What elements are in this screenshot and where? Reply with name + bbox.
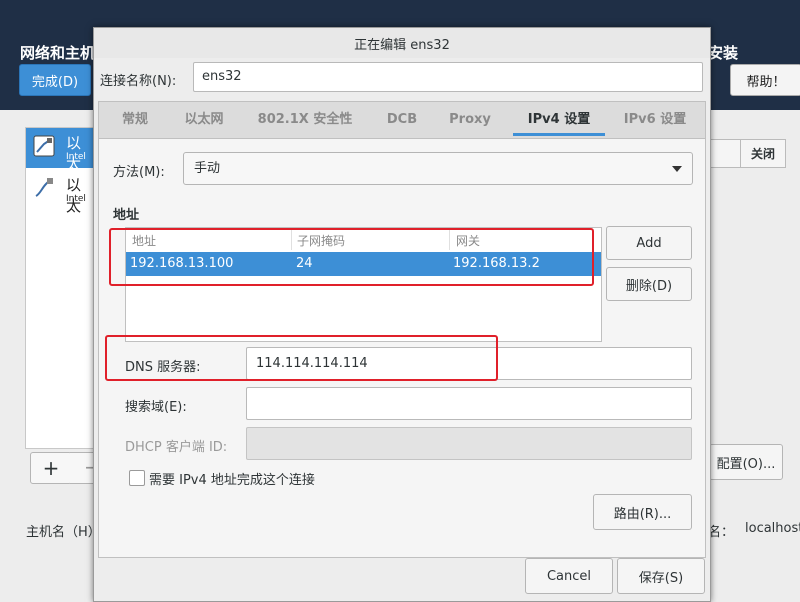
annotation-box-dns bbox=[105, 335, 498, 381]
switch-knob bbox=[710, 139, 741, 168]
tab-8021x-security[interactable]: 802.1X 安全性 bbox=[249, 102, 361, 138]
tab-ipv4-settings[interactable]: IPv4 设置 bbox=[513, 102, 605, 138]
add-address-button[interactable]: Add bbox=[606, 226, 692, 260]
network-cable-icon bbox=[32, 176, 56, 200]
remove-device-button[interactable]: − bbox=[70, 452, 95, 484]
save-button[interactable]: 保存(S) bbox=[617, 558, 705, 594]
connection-name-label: 连接名称(N): bbox=[100, 74, 177, 89]
tab-ipv6-settings[interactable]: IPv6 设置 bbox=[615, 102, 695, 138]
help-button[interactable]: 帮助！ bbox=[730, 64, 800, 96]
done-button[interactable]: 完成(D) bbox=[19, 64, 91, 96]
method-dropdown[interactable]: 手动 bbox=[183, 152, 693, 185]
current-hostname-label: 名： bbox=[708, 525, 735, 540]
method-label: 方法(M): bbox=[113, 165, 165, 180]
delete-address-button[interactable]: 删除(D) bbox=[606, 267, 692, 301]
dhcp-client-id-input bbox=[246, 427, 692, 460]
tab-general[interactable]: 常规 bbox=[109, 102, 161, 138]
method-value: 手动 bbox=[194, 161, 221, 176]
tab-dcb[interactable]: DCB bbox=[377, 102, 427, 138]
configure-button[interactable]: 配置(O)... bbox=[709, 444, 783, 480]
require-ipv4-checkbox[interactable] bbox=[129, 470, 145, 486]
search-domains-label: 搜索域(E): bbox=[125, 400, 187, 415]
add-device-button[interactable]: + bbox=[30, 452, 72, 484]
installer-title-right: 安装 bbox=[708, 44, 739, 62]
switch-label: 关闭 bbox=[740, 139, 786, 168]
dialog-title: 正在编辑 ens32 bbox=[94, 28, 710, 58]
tab-proxy[interactable]: Proxy bbox=[443, 102, 497, 138]
installer-title: 网络和主机 bbox=[20, 44, 96, 62]
address-heading: 地址 bbox=[113, 208, 140, 223]
device-vendor: Intel bbox=[66, 194, 86, 204]
tab-ethernet[interactable]: 以太网 bbox=[171, 102, 237, 138]
network-cable-icon bbox=[32, 134, 56, 158]
edit-connection-dialog: 正在编辑 ens32 连接名称(N): ens32 常规 以太网 802.1X … bbox=[93, 27, 711, 602]
require-ipv4-label[interactable]: 需要 IPv4 地址完成这个连接 bbox=[149, 469, 315, 488]
dhcp-client-id-label: DHCP 客户端 ID: bbox=[125, 440, 228, 455]
settings-notebook: 常规 以太网 802.1X 安全性 DCB Proxy IPv4 设置 IPv6… bbox=[98, 101, 706, 558]
hostname-label: 主机名（H） bbox=[26, 525, 101, 540]
cancel-button[interactable]: Cancel bbox=[525, 558, 613, 594]
connection-name-input[interactable]: ens32 bbox=[193, 62, 703, 92]
tab-bar: 常规 以太网 802.1X 安全性 DCB Proxy IPv4 设置 IPv6… bbox=[99, 102, 705, 139]
current-hostname-value: localhost bbox=[745, 521, 800, 536]
chevron-down-icon bbox=[672, 166, 682, 172]
device-switch[interactable]: 关闭 bbox=[710, 139, 786, 168]
device-vendor: Intel bbox=[66, 152, 86, 162]
device-item-ens32[interactable]: 以太 Intel bbox=[26, 128, 95, 173]
search-domains-input[interactable] bbox=[246, 387, 692, 420]
annotation-box-address bbox=[109, 228, 594, 286]
device-item-2[interactable]: 以太 Intel bbox=[26, 170, 95, 215]
routes-button[interactable]: 路由(R)... bbox=[593, 494, 692, 530]
